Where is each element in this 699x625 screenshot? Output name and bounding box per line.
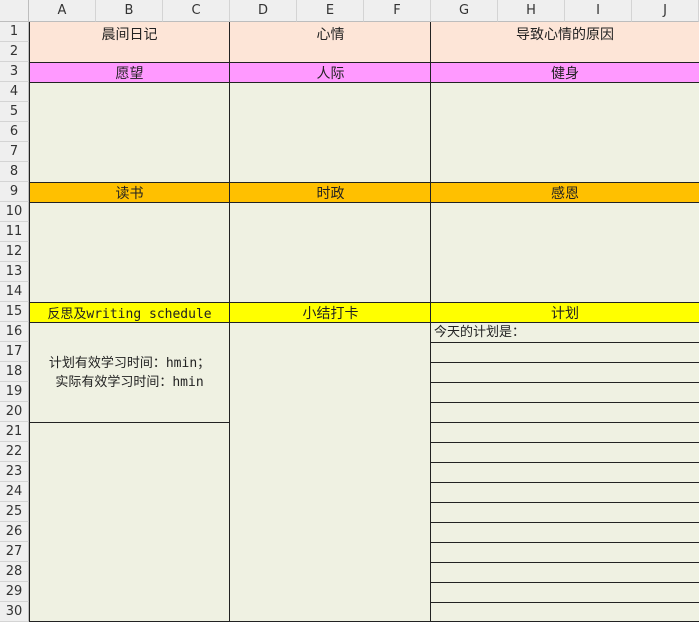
cell-current-affairs-header[interactable]: 时政 xyxy=(230,182,431,203)
wish-label: 愿望 xyxy=(115,65,144,82)
plan-line xyxy=(431,462,699,463)
spreadsheet: A B C D E F G H I J 1 2 3 4 5 6 7 8 9 10… xyxy=(0,0,699,625)
plan-line xyxy=(431,382,699,383)
column-header-d[interactable]: D xyxy=(230,0,297,22)
row-header-17[interactable]: 17 xyxy=(0,342,29,362)
row-header-1[interactable]: 1 xyxy=(0,22,29,42)
plan-line xyxy=(431,542,699,543)
gratitude-label: 感恩 xyxy=(551,185,579,202)
plan-line xyxy=(431,362,699,363)
cell-plan-content[interactable]: 今天的计划是： xyxy=(431,323,699,622)
column-header-f[interactable]: F xyxy=(364,0,431,22)
social-label: 人际 xyxy=(316,65,345,82)
cell-wish-header[interactable]: 愿望 xyxy=(29,62,230,83)
border-left xyxy=(29,22,30,622)
plan-line xyxy=(431,562,699,563)
plan-line xyxy=(431,402,699,403)
reflection-label: 反思及writing schedule xyxy=(47,307,212,322)
cell-social-header[interactable]: 人际 xyxy=(230,62,431,83)
plan-line xyxy=(431,602,699,603)
plan-label: 计划 xyxy=(551,305,579,322)
plan-line xyxy=(431,482,699,483)
plan-line xyxy=(431,442,699,443)
row-header-18[interactable]: 18 xyxy=(0,362,29,382)
row-header-8[interactable]: 8 xyxy=(0,162,29,182)
cell-summary-checkin-content[interactable] xyxy=(230,323,431,622)
column-header-g[interactable]: G xyxy=(431,0,498,22)
column-header-c[interactable]: C xyxy=(163,0,230,22)
mood-title: 心情 xyxy=(316,27,345,43)
row-header-4[interactable]: 4 xyxy=(0,82,29,102)
row-header-28[interactable]: 28 xyxy=(0,562,29,582)
cell-reading-header[interactable]: 读书 xyxy=(29,182,230,203)
cell-morning-diary[interactable]: 晨间日记 xyxy=(29,22,230,62)
row-header-3[interactable]: 3 xyxy=(0,62,29,82)
actual-study-time: 实际有效学习时间：hmin xyxy=(55,374,204,390)
row-header-11[interactable]: 11 xyxy=(0,222,29,242)
column-header-b[interactable]: B xyxy=(96,0,163,22)
row-header-19[interactable]: 19 xyxy=(0,382,29,402)
row-header-10[interactable]: 10 xyxy=(0,202,29,222)
cell-reflection-header[interactable]: 反思及writing schedule xyxy=(29,302,230,323)
cell-fitness-content[interactable] xyxy=(431,83,699,182)
row-header-24[interactable]: 24 xyxy=(0,482,29,502)
current-affairs-label: 时政 xyxy=(316,185,345,202)
row-header-26[interactable]: 26 xyxy=(0,522,29,542)
cell-reflection-notes[interactable] xyxy=(29,422,230,622)
row-header-6[interactable]: 6 xyxy=(0,122,29,142)
cell-study-time[interactable]: 计划有效学习时间：hmin； 实际有效学习时间：hmin xyxy=(29,323,230,422)
fitness-label: 健身 xyxy=(551,65,579,82)
row-header-22[interactable]: 22 xyxy=(0,442,29,462)
column-header-j[interactable]: J xyxy=(632,0,699,22)
column-header-h[interactable]: H xyxy=(498,0,565,22)
reading-label: 读书 xyxy=(115,185,144,202)
row-header-12[interactable]: 12 xyxy=(0,242,29,262)
row-header-23[interactable]: 23 xyxy=(0,462,29,482)
cell-mood-reason[interactable]: 导致心情的原因 xyxy=(431,22,699,62)
row-header-30[interactable]: 30 xyxy=(0,602,29,622)
row-header-25[interactable]: 25 xyxy=(0,502,29,522)
row-header-5[interactable]: 5 xyxy=(0,102,29,122)
cell-gratitude-header[interactable]: 感恩 xyxy=(431,182,699,203)
border-study-time-bottom xyxy=(29,422,230,423)
summary-checkin-label: 小结打卡 xyxy=(302,305,359,322)
morning-diary-title: 晨间日记 xyxy=(101,27,158,43)
cell-fitness-header[interactable]: 健身 xyxy=(431,62,699,83)
row-header-27[interactable]: 27 xyxy=(0,542,29,562)
cell-summary-checkin-header[interactable]: 小结打卡 xyxy=(230,302,431,323)
cell-gratitude-content[interactable] xyxy=(431,203,699,302)
plan-line xyxy=(431,582,699,583)
cell-current-affairs-content[interactable] xyxy=(230,203,431,302)
row-header-7[interactable]: 7 xyxy=(0,142,29,162)
row-header-29[interactable]: 29 xyxy=(0,582,29,602)
cell-social-content[interactable] xyxy=(230,83,431,182)
plan-line xyxy=(431,522,699,523)
cell-plan-header[interactable]: 计划 xyxy=(431,302,699,323)
planned-study-time: 计划有效学习时间：hmin； xyxy=(48,355,211,371)
select-all-corner[interactable] xyxy=(0,0,29,22)
plan-line xyxy=(431,502,699,503)
cell-wish-content[interactable] xyxy=(29,83,230,182)
row-header-2[interactable]: 2 xyxy=(0,42,29,62)
cell-reading-content[interactable] xyxy=(29,203,230,302)
row-header-16[interactable]: 16 xyxy=(0,322,29,342)
border-df-gj xyxy=(430,22,431,622)
plan-line xyxy=(431,422,699,423)
border-ac-df xyxy=(229,22,230,622)
plan-prompt: 今天的计划是： xyxy=(434,325,526,340)
row-header-15[interactable]: 15 xyxy=(0,302,29,322)
column-header-a[interactable]: A xyxy=(29,0,96,22)
row-header-20[interactable]: 20 xyxy=(0,402,29,422)
row-header-9[interactable]: 9 xyxy=(0,182,29,202)
row-header-13[interactable]: 13 xyxy=(0,262,29,282)
row-header-21[interactable]: 21 xyxy=(0,422,29,442)
column-header-e[interactable]: E xyxy=(297,0,364,22)
row-header-14[interactable]: 14 xyxy=(0,282,29,302)
border-bottom xyxy=(29,621,699,622)
mood-reason-title: 导致心情的原因 xyxy=(516,27,614,43)
column-header-i[interactable]: I xyxy=(565,0,632,22)
plan-line xyxy=(431,342,699,343)
cell-mood[interactable]: 心情 xyxy=(230,22,431,62)
